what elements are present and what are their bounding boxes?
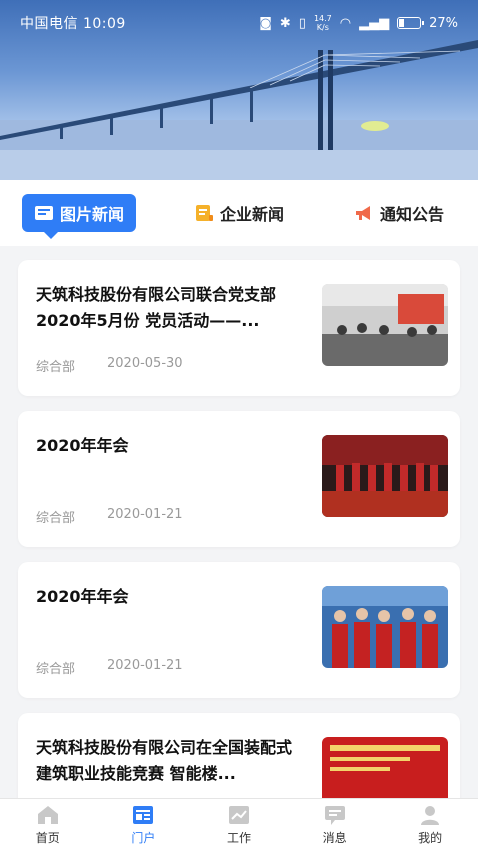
- meeting-photo: [322, 284, 448, 366]
- megaphone-icon: [355, 206, 370, 220]
- news-date: 2020-01-21: [107, 507, 183, 522]
- news-title: 天筑科技股份有限公司在全国装配式建筑职业技能竞赛 智能楼...: [36, 738, 293, 783]
- tab-picture-news[interactable]: 图片新闻: [22, 194, 137, 239]
- tab-label: 通知公告: [379, 205, 444, 224]
- annual-meeting-photo: [322, 435, 448, 517]
- competition-poster: [322, 737, 448, 798]
- news-date: 2020-05-30: [107, 356, 183, 371]
- nav-label: 工作: [226, 830, 251, 845]
- portal-icon: [133, 805, 154, 824]
- nfc-icon: ◙: [259, 15, 272, 31]
- bottom-nav: 首页 门户 工作 消息 我的: [0, 798, 478, 850]
- news-meta: 综合部 2020-01-21: [36, 507, 183, 526]
- carrier-time: 中国电信 10:09: [20, 16, 126, 32]
- news-thumbnail: [322, 737, 448, 798]
- nav-message[interactable]: 消息: [287, 799, 383, 850]
- tab-notices[interactable]: 通知公告: [342, 194, 456, 232]
- work-icon: [228, 805, 249, 824]
- nav-home[interactable]: 首页: [0, 799, 96, 850]
- nav-label: 消息: [322, 830, 347, 845]
- news-card[interactable]: 天筑科技股份有限公司在全国装配式建筑职业技能竞赛 智能楼...: [18, 713, 460, 798]
- news-title: 天筑科技股份有限公司联合党支部2020年5月份 党员活动——...: [36, 285, 277, 330]
- battery-icon: [397, 17, 425, 29]
- nav-label: 门户: [131, 830, 156, 845]
- profile-icon: [421, 805, 440, 825]
- nav-portal[interactable]: 门户: [96, 799, 192, 850]
- news-dept: 综合部: [36, 511, 76, 526]
- nav-label: 我的: [418, 830, 443, 845]
- network-speed: 14.7 K/s: [313, 14, 332, 32]
- nav-work[interactable]: 工作: [191, 799, 287, 850]
- news-dept: 综合部: [36, 662, 76, 677]
- signal-icon: ▂▄▆: [359, 15, 390, 31]
- wifi-icon: ◠: [339, 15, 352, 31]
- tab-label: 图片新闻: [60, 205, 125, 224]
- header-banner: 中国电信 10:09 ◙ ✱ ▯ 14.7 K/s ◠ ▂▄▆ 27%: [0, 0, 478, 180]
- status-bar: 中国电信 10:09 ◙ ✱ ▯ 14.7 K/s ◠ ▂▄▆ 27%: [0, 0, 478, 46]
- news-tabs: 图片新闻 企业新闻 通知公告: [0, 180, 478, 246]
- news-thumbnail: [322, 284, 448, 366]
- news-dept: 综合部: [36, 360, 76, 375]
- company-news-icon: [195, 205, 213, 221]
- nav-profile[interactable]: 我的: [382, 799, 478, 850]
- news-meta: 综合部 2020-05-30: [36, 356, 183, 375]
- battery-percent: 27%: [429, 15, 458, 31]
- bluetooth-icon: ✱: [279, 15, 291, 31]
- tab-label: 企业新闻: [219, 205, 284, 224]
- tab-company-news[interactable]: 企业新闻: [182, 194, 296, 232]
- news-thumbnail: [322, 586, 448, 668]
- news-list: 天筑科技股份有限公司联合党支部2020年5月份 党员活动——... 综合部 20…: [0, 246, 478, 798]
- nav-label: 首页: [35, 830, 60, 845]
- news-title: 2020年年会: [36, 587, 129, 606]
- picture-news-icon: [35, 206, 53, 220]
- news-meta: 综合部 2020-01-21: [36, 658, 183, 677]
- news-title: 2020年年会: [36, 436, 129, 455]
- vibrate-icon: ▯: [298, 15, 306, 31]
- message-icon: [324, 805, 345, 825]
- group-photo: [322, 586, 448, 668]
- news-card[interactable]: 天筑科技股份有限公司联合党支部2020年5月份 党员活动——... 综合部 20…: [18, 260, 460, 396]
- news-date: 2020-01-21: [107, 658, 183, 673]
- news-card[interactable]: 2020年年会 综合部 2020-01-21: [18, 562, 460, 698]
- news-card[interactable]: 2020年年会 综合部 2020-01-21: [18, 411, 460, 547]
- home-icon: [37, 805, 58, 824]
- news-thumbnail: [322, 435, 448, 517]
